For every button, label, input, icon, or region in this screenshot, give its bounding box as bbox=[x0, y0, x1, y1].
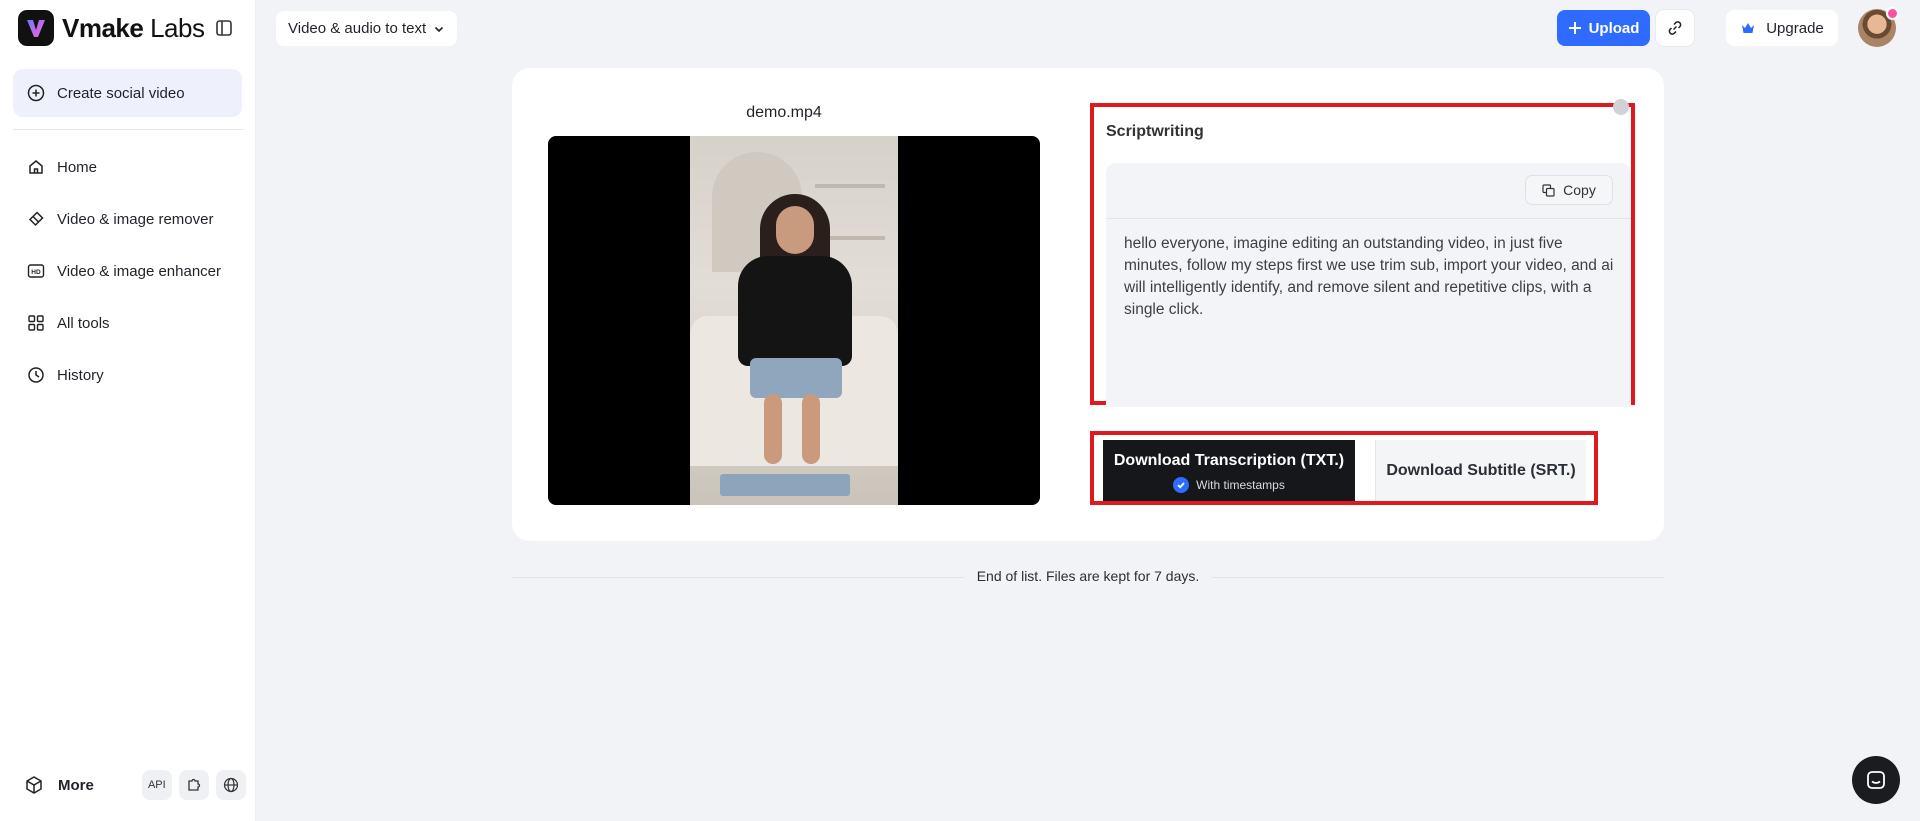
chat-icon bbox=[1867, 771, 1885, 789]
more-button[interactable]: More bbox=[24, 775, 94, 795]
sidebar-item-label: History bbox=[57, 366, 104, 384]
scene-skirt bbox=[750, 358, 842, 398]
sidebar-item-video-image-enhancer[interactable]: HD Video & image enhancer bbox=[13, 245, 244, 297]
file-name: demo.mp4 bbox=[746, 104, 822, 121]
sidebar-item-video-image-remover[interactable]: Video & image remover bbox=[13, 193, 244, 245]
scene-shelf bbox=[815, 184, 885, 188]
sidebar-item-label: Video & image enhancer bbox=[57, 262, 222, 280]
home-icon bbox=[29, 160, 43, 174]
sidebar-item-label: All tools bbox=[57, 314, 110, 332]
end-of-list-text: End of list. Files are kept for 7 days. bbox=[976, 568, 1200, 584]
globe-icon bbox=[223, 777, 238, 793]
hd-icon: HD bbox=[27, 264, 45, 278]
check-icon bbox=[1173, 477, 1190, 493]
tool-select-dropdown[interactable]: Video & audio to text bbox=[276, 11, 458, 46]
sidebar-item-label: Home bbox=[57, 158, 98, 176]
plus-icon bbox=[1568, 22, 1581, 34]
chevron-down-icon bbox=[435, 26, 444, 32]
scene-leg bbox=[802, 394, 820, 464]
app-logo[interactable]: Vmake Labs bbox=[18, 10, 205, 46]
copy-icon bbox=[1542, 183, 1555, 197]
transcript-area: Copy hello everyone, imagine editing an … bbox=[1106, 163, 1631, 407]
scene-leg bbox=[764, 394, 782, 464]
copy-button[interactable]: Copy bbox=[1525, 175, 1613, 205]
puzzle-icon bbox=[188, 778, 200, 791]
plus-circle-icon bbox=[27, 84, 45, 102]
cube-icon bbox=[26, 776, 42, 794]
download-subtitle-label: Download Subtitle (SRT.) bbox=[1386, 461, 1576, 479]
sidebar-item-all-tools[interactable]: All tools bbox=[13, 297, 244, 349]
video-player[interactable] bbox=[548, 136, 1040, 505]
clock-icon bbox=[28, 367, 44, 383]
copy-label: Copy bbox=[1563, 182, 1596, 198]
close-icon[interactable] bbox=[1613, 99, 1629, 115]
tool-select-label: Video & audio to text bbox=[288, 20, 427, 37]
download-subtitle-button[interactable]: Download Subtitle (SRT.) bbox=[1375, 440, 1586, 501]
sidebar-item-home[interactable]: Home bbox=[13, 141, 244, 193]
grid-icon bbox=[28, 315, 44, 331]
crown-icon bbox=[1742, 23, 1755, 33]
sidebar-collapse-icon[interactable] bbox=[214, 18, 234, 38]
svg-text:HD: HD bbox=[31, 269, 41, 276]
transcript-divider bbox=[1106, 218, 1631, 219]
logo-light: Labs bbox=[143, 12, 205, 43]
api-button[interactable]: API bbox=[141, 770, 172, 800]
sidebar-item-label: Video & image remover bbox=[57, 210, 214, 228]
sidebar: Vmake Labs Create social video Home Vide… bbox=[0, 0, 256, 821]
link-icon bbox=[1668, 21, 1682, 35]
transcript-text[interactable]: hello everyone, imagine editing an outst… bbox=[1124, 233, 1619, 321]
api-label: API bbox=[147, 779, 166, 791]
timestamps-option[interactable]: With timestamps bbox=[1103, 477, 1355, 493]
scene-face bbox=[776, 206, 814, 254]
logo-mark-icon bbox=[18, 10, 54, 46]
upload-button[interactable]: Upload bbox=[1557, 10, 1650, 46]
upgrade-label: Upgrade bbox=[1766, 19, 1824, 37]
upload-label: Upload bbox=[1588, 19, 1640, 37]
logo-bold: Vmake bbox=[62, 12, 144, 43]
sidebar-nav: Home Video & image remover HD Video & im… bbox=[13, 141, 244, 401]
scene-books bbox=[720, 474, 850, 496]
scriptwriting-title: Scriptwriting bbox=[1106, 123, 1204, 140]
user-avatar[interactable] bbox=[1858, 7, 1899, 47]
timestamps-label: With timestamps bbox=[1196, 478, 1285, 492]
end-of-list: End of list. Files are kept for 7 days. bbox=[512, 568, 1664, 586]
support-chat-button[interactable] bbox=[1852, 756, 1900, 804]
download-transcription-button[interactable]: Download Transcription (TXT.) With times… bbox=[1103, 440, 1355, 501]
eraser-icon bbox=[28, 211, 44, 227]
paste-link-button[interactable] bbox=[1656, 10, 1694, 46]
plugin-button[interactable] bbox=[178, 770, 209, 800]
sidebar-item-history[interactable]: History bbox=[13, 349, 244, 401]
scriptwriting-panel: Scriptwriting Copy hello everyone, imagi… bbox=[1090, 99, 1635, 407]
upgrade-button[interactable]: Upgrade bbox=[1726, 10, 1838, 46]
logo-text: Vmake Labs bbox=[62, 12, 205, 44]
download-options: Download Transcription (TXT.) With times… bbox=[1090, 431, 1598, 505]
create-social-video-label: Create social video bbox=[57, 84, 185, 102]
video-frame bbox=[690, 136, 898, 505]
sidebar-bottom: More API bbox=[24, 770, 246, 800]
create-social-video-button[interactable]: Create social video bbox=[13, 69, 242, 117]
result-card: demo.mp4 Scriptwriting Copy hello everyo… bbox=[512, 68, 1664, 541]
sidebar-divider bbox=[13, 129, 244, 130]
download-transcription-label: Download Transcription (TXT.) bbox=[1113, 452, 1345, 469]
more-label: More bbox=[58, 776, 94, 794]
avatar-badge bbox=[1886, 7, 1899, 20]
language-button[interactable] bbox=[215, 770, 246, 800]
scene-torso bbox=[738, 256, 852, 366]
